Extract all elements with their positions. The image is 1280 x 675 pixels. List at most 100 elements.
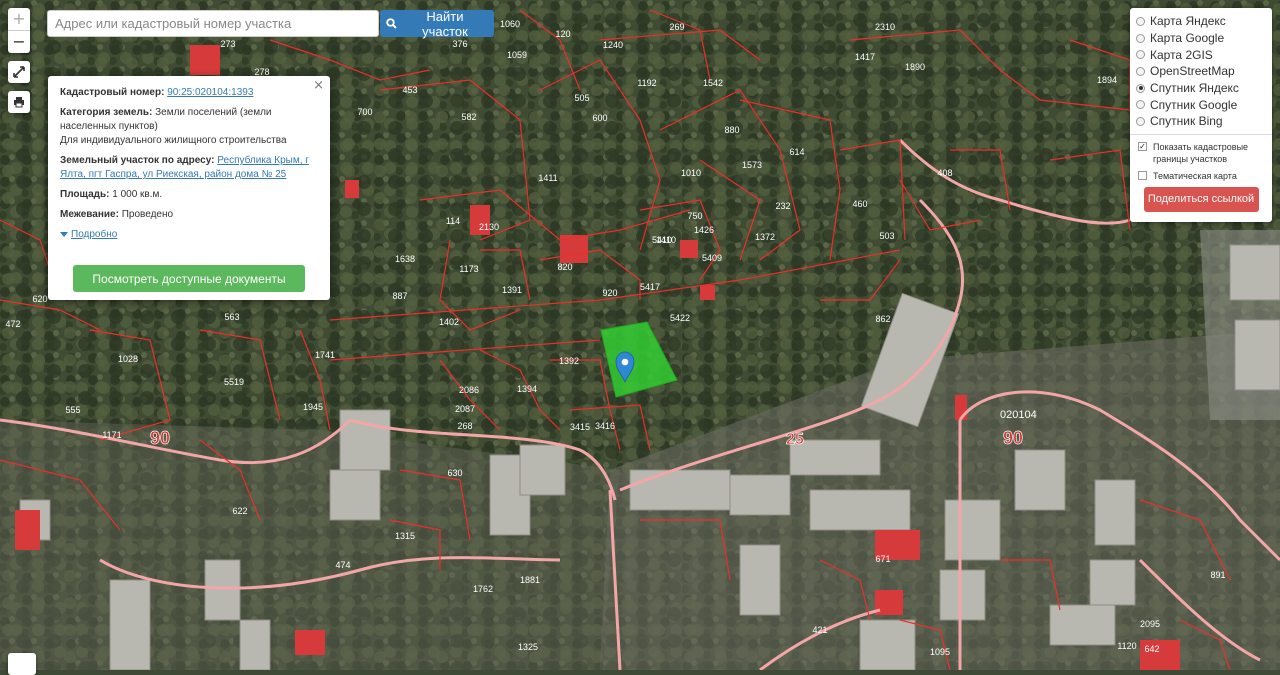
parcel-number-label: 2095 (1140, 619, 1160, 629)
parcel-number-label: 622 (232, 506, 247, 516)
category-row: Категория земель: Земли поселений (земли… (60, 106, 318, 148)
parcel-number-label: 2087 (455, 404, 475, 414)
parcel-number-label: 891 (1210, 570, 1225, 580)
details-toggle[interactable]: Подробно (60, 228, 117, 242)
parcel-number-label: 1372 (755, 232, 775, 242)
layer-option[interactable]: Спутник Bing (1136, 113, 1266, 130)
parcel-number-label: 2310 (875, 22, 895, 32)
thematic-map-label: Тематическая карта (1153, 170, 1237, 181)
thematic-map-checkbox[interactable]: Тематическая карта (1136, 170, 1266, 182)
survey-row: Межевание: Проведено (60, 208, 318, 222)
layer-option[interactable]: Карта Google (1136, 30, 1266, 47)
parcel-number-label: 376 (452, 39, 467, 49)
layer-option-label: Карта 2GIS (1150, 47, 1213, 62)
parcel-number-label: 920 (602, 288, 617, 298)
search-button[interactable]: Найти участок (380, 9, 494, 39)
parcel-number-label: 460 (852, 199, 867, 209)
layer-option-label: Карта Google (1150, 31, 1225, 46)
layer-option[interactable]: OpenStreetMap (1136, 63, 1266, 80)
parcel-number-label: 820 (557, 262, 572, 272)
layer-option-label: Карта Яндекс (1150, 14, 1226, 29)
parcel-number-label: 750 (687, 211, 702, 221)
parcel-number-label: 1411 (538, 173, 557, 183)
parcel-number-label: 1315 (395, 531, 415, 541)
parcel-number-label: 1890 (905, 62, 925, 72)
parcel-number-label: 1741 (315, 350, 335, 360)
parcel-number-label: 1426 (694, 225, 714, 235)
cadastral-label: Кадастровый номер: (60, 87, 165, 98)
view-documents-button[interactable]: Посмотреть доступные документы (73, 265, 305, 292)
parcel-number-label: 1394 (517, 384, 537, 394)
cadastral-row: Кадастровый номер: 90:25:020104:1393 (60, 86, 318, 100)
radio-icon (1136, 83, 1145, 93)
parcel-number-label: 600 (592, 113, 607, 123)
search-icon (386, 18, 397, 29)
fullscreen-icon (13, 66, 25, 78)
zoom-control: + − (8, 8, 30, 53)
parcel-number-label: 5417 (640, 282, 660, 292)
road-label: 25 (786, 431, 804, 448)
parcel-number-label: 503 (879, 231, 894, 241)
parcel-number-label: 1095 (930, 647, 950, 657)
parcel-number-label: 1881 (520, 575, 540, 585)
parcel-number-label: 5410 (652, 235, 672, 245)
area-value: 1 000 кв.м. (112, 189, 163, 200)
parcel-number-label: 642 (1144, 644, 1159, 654)
parcel-number-label: 1945 (303, 402, 323, 412)
layer-option[interactable]: Спутник Google (1136, 96, 1266, 113)
search-input[interactable] (47, 10, 379, 37)
layer-option-label: OpenStreetMap (1150, 64, 1235, 79)
print-icon (14, 97, 24, 108)
parcel-number-label: 1894 (1097, 75, 1117, 85)
parcel-number-label: 582 (461, 112, 476, 122)
survey-label: Межевание: (60, 209, 119, 220)
layer-switcher: Карта Яндекс Карта Google Карта 2GIS OpenSt… (1130, 8, 1272, 222)
radio-icon (1136, 16, 1145, 26)
parcel-info-popup: × Кадастровый номер: 90:25:020104:1393 К… (48, 76, 330, 300)
parcel-number-label: 1417 (855, 52, 875, 62)
layer-option-label: Спутник Google (1150, 97, 1238, 112)
layer-option[interactable]: Карта 2GIS (1136, 46, 1266, 63)
zoom-in-button[interactable]: + (8, 8, 30, 31)
radio-icon (1136, 50, 1145, 60)
parcel-number-label: 273 (220, 39, 235, 49)
show-borders-label: Показать кадастровые границы участков (1153, 141, 1249, 164)
show-borders-checkbox[interactable]: ✓ Показать кадастровые границы участков (1136, 141, 1266, 165)
address-row: Земельный участок по адресу: Республика … (60, 154, 318, 182)
parcel-number-label: 2130 (479, 222, 499, 232)
area-row: Площадь: 1 000 кв.м. (60, 188, 318, 202)
cadastral-number-link[interactable]: 90:25:020104:1393 (167, 87, 253, 98)
parcel-number-label: 1325 (518, 642, 538, 652)
parcel-number-label: 1060 (500, 19, 520, 29)
parcel-number-label: 5519 (224, 377, 244, 387)
parcel-number-label: 620 (32, 294, 47, 304)
layer-option-label: Спутник Яндекс (1150, 81, 1239, 96)
parcel-number-label: 269 (669, 22, 684, 32)
parcel-number-label: 1391 (502, 285, 522, 295)
parcel-number-label: 472 (5, 319, 20, 329)
layer-option-label: Спутник Bing (1150, 114, 1223, 129)
zoom-out-button[interactable]: − (8, 31, 30, 53)
parcel-number-label: 671 (875, 554, 890, 564)
parcel-number-label: 3416 (595, 421, 615, 431)
parcel-number-label: 1173 (459, 264, 478, 274)
radio-icon (1136, 66, 1145, 76)
radio-icon (1136, 100, 1145, 110)
parcel-number-label: 700 (357, 107, 372, 117)
parcel-number-label: 1402 (439, 317, 459, 327)
print-button[interactable] (8, 91, 30, 113)
parcel-number-label: 880 (724, 125, 739, 135)
fullscreen-button[interactable] (8, 61, 30, 83)
parcel-number-label: 555 (65, 405, 80, 415)
road-label: 90 (150, 428, 170, 448)
road-label: 90 (1003, 428, 1023, 448)
parcel-number-label: 1573 (742, 160, 762, 170)
parcel-number-label: 474 (335, 560, 350, 570)
parcel-number-label: 1171 (102, 430, 121, 440)
layer-option[interactable]: Спутник Яндекс (1136, 80, 1266, 97)
share-link-button[interactable]: Поделиться ссылкой (1143, 186, 1259, 212)
parcel-number-label: 505 (574, 93, 589, 103)
panel-toggle-button[interactable] (8, 653, 36, 675)
close-icon[interactable]: × (313, 79, 324, 93)
layer-option[interactable]: Карта Яндекс (1136, 13, 1266, 30)
